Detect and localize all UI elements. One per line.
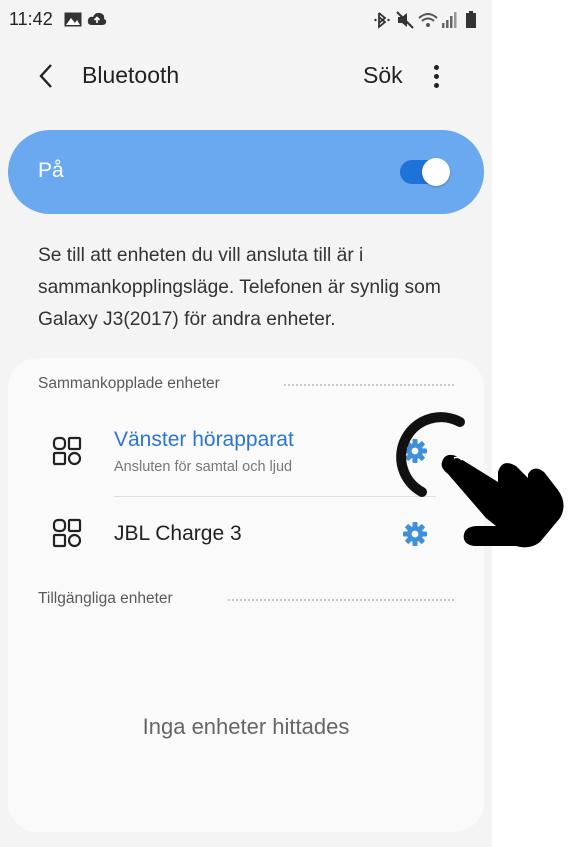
- visibility-description: Se till att enheten du vill ansluta till…: [38, 245, 441, 330]
- section-divider: [228, 599, 454, 601]
- toggle-knob: [422, 158, 450, 186]
- device-name: JBL Charge 3: [114, 522, 242, 545]
- search-button[interactable]: Sök: [363, 62, 403, 89]
- gallery-icon: [64, 12, 82, 27]
- toggle-switch[interactable]: [400, 158, 450, 186]
- paired-devices-title: Sammankopplade enheter: [38, 375, 220, 392]
- app-header: Bluetooth Sök: [0, 50, 492, 102]
- available-devices-title: Tillgängliga enheter: [38, 590, 173, 607]
- signal-icon: [442, 12, 457, 28]
- device-icon: [52, 518, 82, 548]
- mute-icon: [396, 11, 414, 29]
- cloud-icon: [87, 12, 107, 25]
- pointing-hand-icon: [396, 412, 564, 548]
- battery-icon: [466, 11, 476, 28]
- status-time: 11:42: [9, 9, 53, 29]
- status-right-icons: [374, 11, 476, 29]
- bluetooth-icon: [374, 12, 390, 29]
- device-icon: [52, 436, 82, 466]
- device-name: Vänster hörapparat: [114, 428, 294, 451]
- toggle-label: På: [38, 159, 64, 182]
- bluetooth-master-toggle[interactable]: På: [8, 130, 484, 214]
- page-title: Bluetooth: [82, 62, 180, 88]
- wifi-icon: [418, 13, 438, 27]
- more-options-icon[interactable]: [428, 62, 444, 92]
- device-status: Ansluten för samtal och ljud: [114, 459, 293, 475]
- no-devices-message: Inga enheter hittades: [142, 714, 350, 739]
- back-arrow-icon[interactable]: [34, 62, 58, 90]
- section-divider: [284, 384, 454, 386]
- status-bar: 11:42: [0, 0, 492, 40]
